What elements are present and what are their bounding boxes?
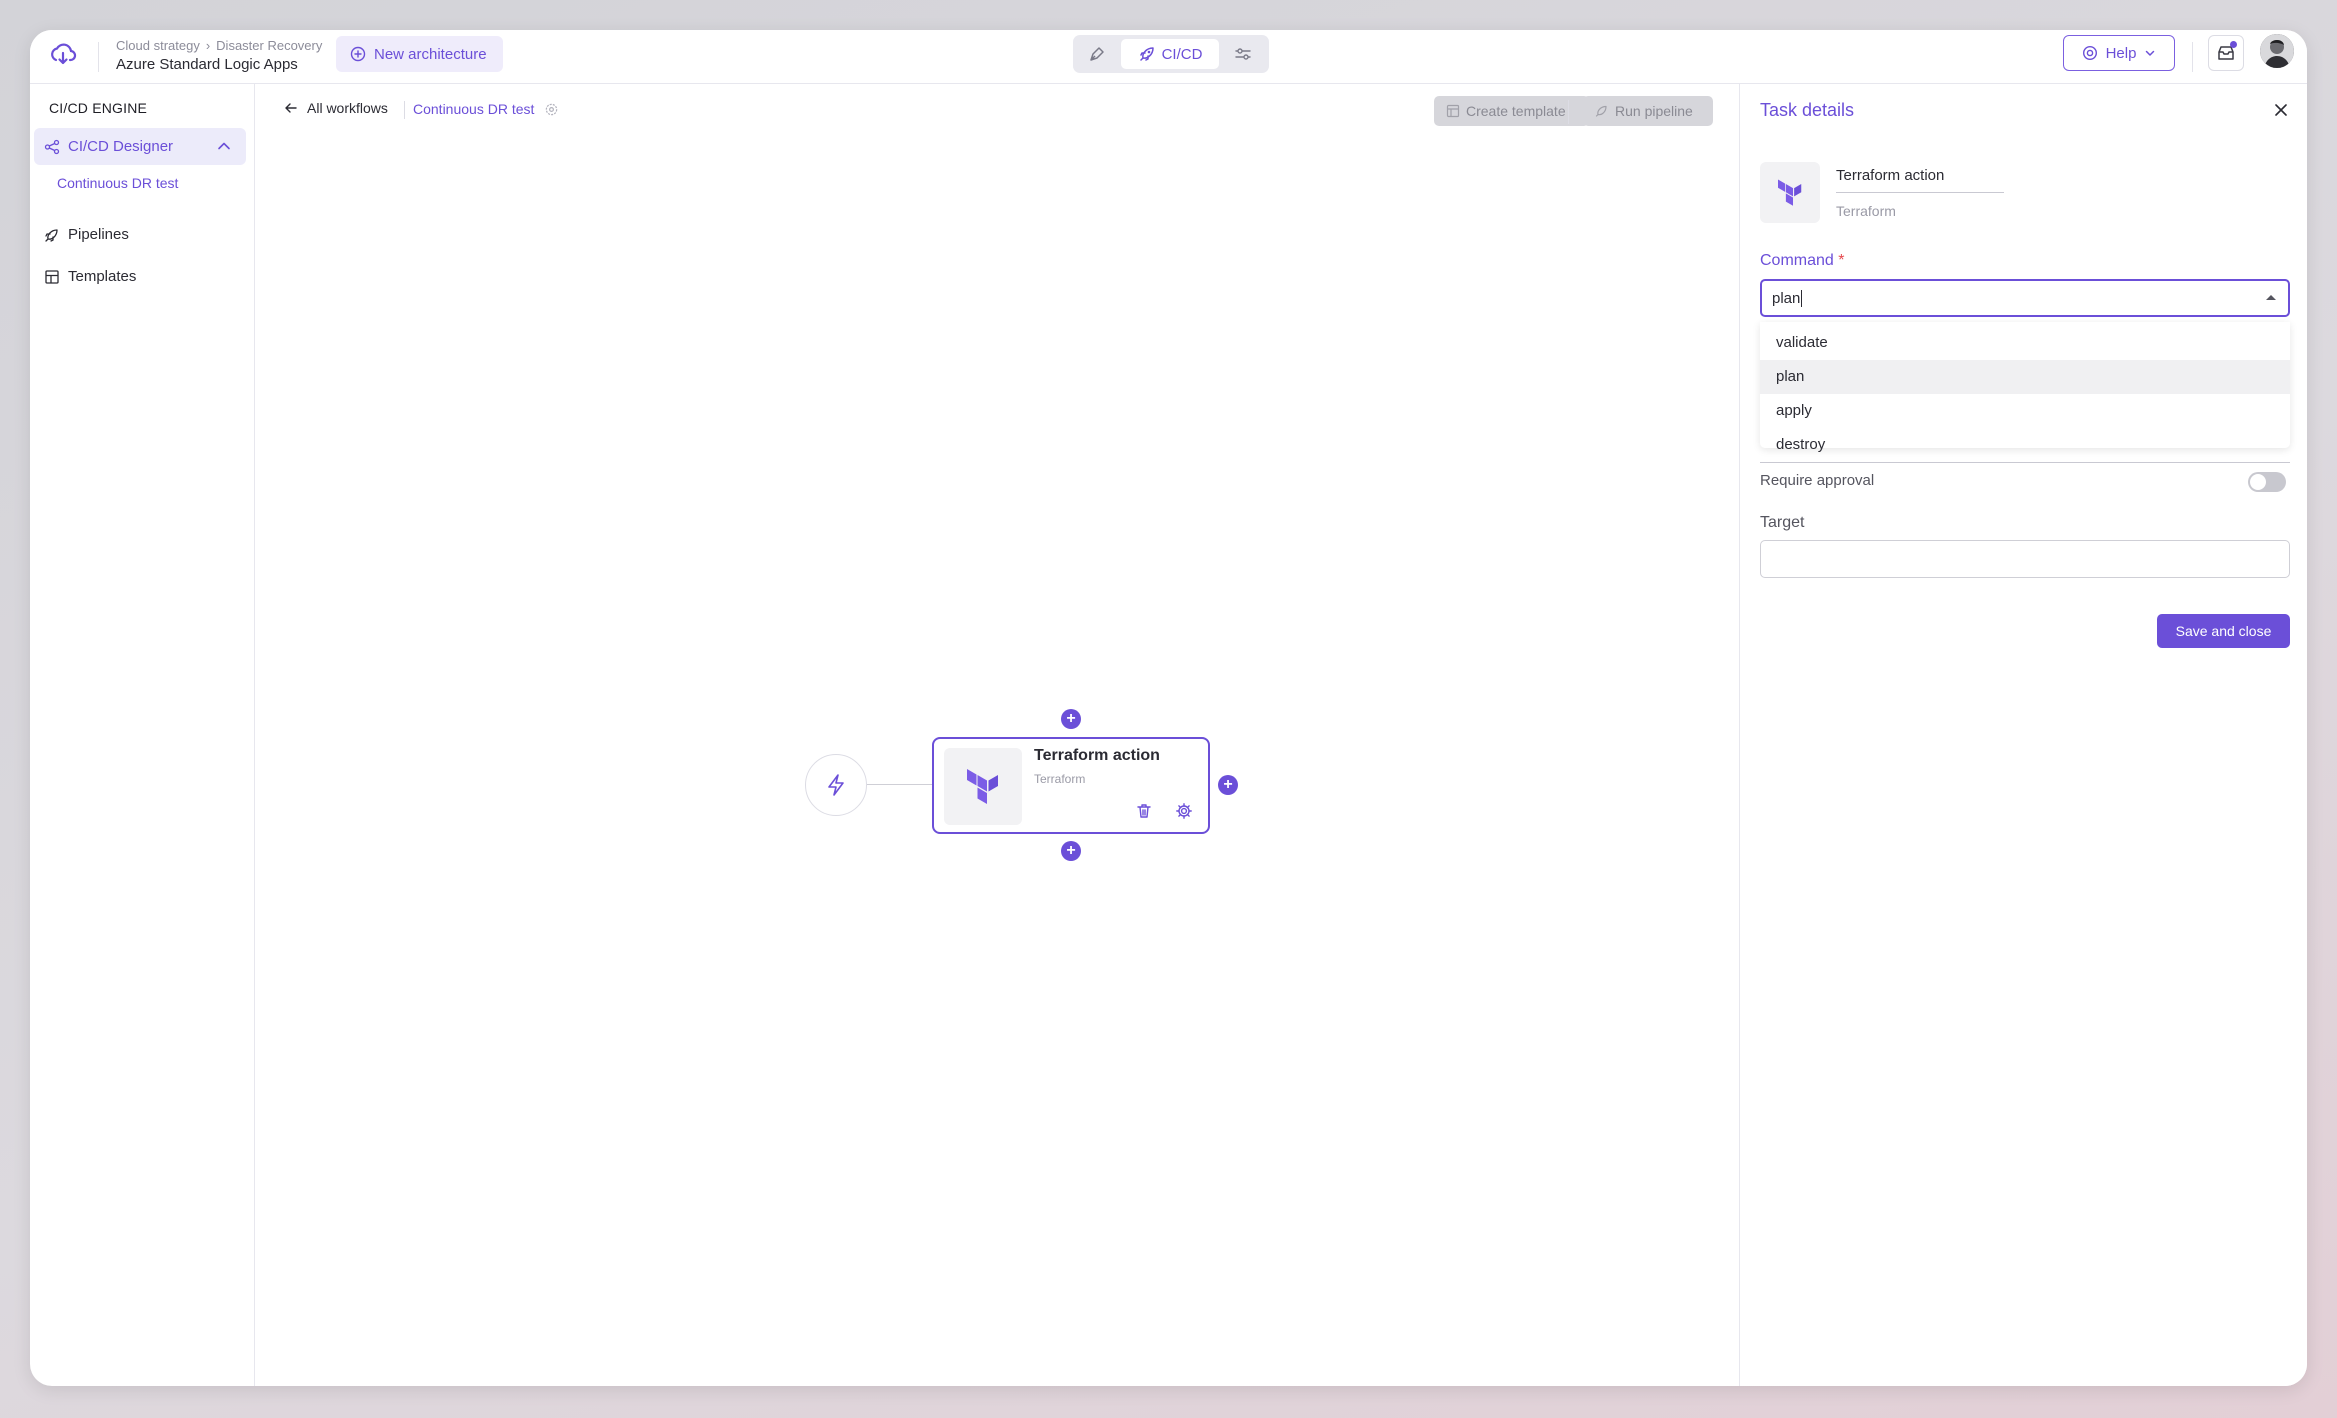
- gear-icon[interactable]: [1175, 802, 1193, 820]
- workflow-name: Continuous DR test: [413, 101, 559, 117]
- toolbar-divider: [1568, 100, 1569, 124]
- command-label: Command *: [1760, 252, 1845, 270]
- template-icon: [1446, 104, 1460, 118]
- terraform-action-node[interactable]: Terraform action Terraform: [932, 737, 1210, 834]
- sidebar-item-label: Templates: [68, 268, 137, 285]
- arrow-left-icon: [283, 100, 299, 116]
- trigger-node[interactable]: [805, 754, 867, 816]
- workflow-icon: [44, 139, 60, 155]
- layout-icon: [44, 269, 60, 285]
- new-architecture-label: New architecture: [374, 45, 487, 63]
- node-title: Terraform action: [1034, 747, 1160, 764]
- lightning-icon: [825, 773, 847, 797]
- toggle-knob: [2250, 474, 2266, 490]
- node-subtitle: Terraform: [1034, 772, 1086, 786]
- gear-icon[interactable]: [544, 102, 559, 117]
- terraform-logo-icon: [944, 748, 1022, 825]
- require-approval-toggle[interactable]: [2248, 472, 2286, 492]
- require-approval-label: Require approval: [1760, 472, 1875, 489]
- trash-icon[interactable]: [1135, 802, 1153, 820]
- app-title: Azure Standard Logic Apps: [116, 56, 298, 73]
- notification-dot: [2230, 41, 2237, 48]
- task-type-label: Terraform: [1836, 203, 1896, 219]
- breadcrumb-item[interactable]: Cloud strategy: [116, 38, 200, 53]
- connector-line: [867, 784, 932, 785]
- task-name-field[interactable]: Terraform action: [1836, 167, 2004, 193]
- sidebar-item-pipelines[interactable]: Pipelines: [44, 226, 129, 243]
- add-step-right-button[interactable]: +: [1218, 775, 1238, 795]
- workflow-name-label: Continuous DR test: [413, 101, 535, 117]
- chevron-up-icon[interactable]: [216, 138, 232, 154]
- target-label: Target: [1760, 514, 1805, 531]
- command-option-apply[interactable]: apply: [1760, 394, 2290, 428]
- add-step-below-button[interactable]: +: [1061, 841, 1081, 861]
- add-step-above-button[interactable]: +: [1061, 709, 1081, 729]
- required-mark: *: [1838, 252, 1845, 269]
- breadcrumb-divider: [404, 101, 405, 119]
- avatar[interactable]: [2260, 34, 2294, 68]
- cloud-logo-icon[interactable]: [48, 40, 78, 70]
- command-dropdown-menu: validate plan apply destroy: [1760, 322, 2290, 453]
- sidebar-item-label: CI/CD Designer: [68, 138, 174, 155]
- mode-switch: CI/CD: [1073, 35, 1269, 73]
- rocket-icon: [1595, 104, 1609, 118]
- create-template-button[interactable]: Create template: [1434, 96, 1589, 126]
- rocket-icon: [1138, 45, 1156, 63]
- caret-up-icon[interactable]: [2266, 295, 2276, 300]
- breadcrumb: Cloud strategy › Disaster Recovery: [116, 38, 322, 53]
- cicd-mode-label: CI/CD: [1161, 45, 1203, 63]
- task-details-panel: Task details Terraform action Terraform …: [1739, 84, 2307, 1386]
- design-mode-button[interactable]: [1077, 39, 1117, 69]
- run-pipeline-label: Run pipeline: [1615, 103, 1693, 119]
- command-label-text: Command: [1760, 252, 1834, 269]
- sidebar-item-templates[interactable]: Templates: [44, 268, 136, 285]
- sidebar: CI/CD ENGINE CI/CD Designer Continuous D…: [30, 84, 255, 1386]
- command-option-destroy[interactable]: destroy: [1760, 428, 2290, 462]
- workflow-canvas[interactable]: All workflows Continuous DR test Create …: [255, 84, 1767, 1386]
- cicd-mode-button[interactable]: CI/CD: [1121, 39, 1219, 69]
- help-label: Help: [2105, 44, 2137, 62]
- sidebar-item-label: Pipelines: [68, 226, 129, 243]
- header-divider: [2192, 42, 2193, 72]
- all-workflows-link[interactable]: All workflows: [283, 100, 388, 116]
- header-divider: [98, 42, 99, 72]
- create-template-label: Create template: [1466, 103, 1566, 119]
- inbox-button[interactable]: [2208, 35, 2244, 71]
- panel-title: Task details: [1760, 100, 1855, 120]
- breadcrumb-separator: ›: [205, 38, 211, 53]
- command-select[interactable]: plan: [1760, 279, 2290, 317]
- help-button[interactable]: Help: [2063, 35, 2175, 71]
- run-pipeline-button[interactable]: Run pipeline: [1583, 96, 1713, 126]
- command-option-plan[interactable]: plan: [1760, 360, 2290, 394]
- new-architecture-button[interactable]: New architecture: [336, 36, 503, 72]
- sidebar-subitem-continuous-dr-test[interactable]: Continuous DR test: [57, 175, 178, 191]
- sliders-icon: [1234, 45, 1252, 63]
- rocket-icon: [44, 227, 60, 243]
- lifebuoy-icon: [2082, 45, 2098, 61]
- breadcrumb-item[interactable]: Disaster Recovery: [216, 38, 322, 53]
- text-caret: [1801, 289, 1803, 307]
- command-value: plan: [1772, 289, 1801, 307]
- close-icon[interactable]: [2267, 96, 2295, 124]
- terraform-logo-icon: [1760, 162, 1820, 223]
- chevron-down-icon: [2144, 47, 2156, 59]
- save-and-close-button[interactable]: Save and close: [2157, 614, 2290, 648]
- pen-tool-icon: [1088, 45, 1106, 63]
- target-input[interactable]: [1760, 540, 2290, 578]
- field-underline: [1760, 462, 2290, 463]
- sidebar-item-cicd-designer[interactable]: CI/CD Designer: [34, 128, 246, 165]
- plus-circle-icon: [350, 46, 366, 62]
- back-label: All workflows: [307, 100, 388, 116]
- top-header: Cloud strategy › Disaster Recovery Azure S…: [30, 30, 2307, 84]
- sidebar-title: CI/CD ENGINE: [49, 100, 148, 116]
- command-option-validate[interactable]: validate: [1760, 326, 2290, 360]
- app-window: Cloud strategy › Disaster Recovery Azure S…: [30, 30, 2307, 1386]
- settings-mode-button[interactable]: [1223, 39, 1263, 69]
